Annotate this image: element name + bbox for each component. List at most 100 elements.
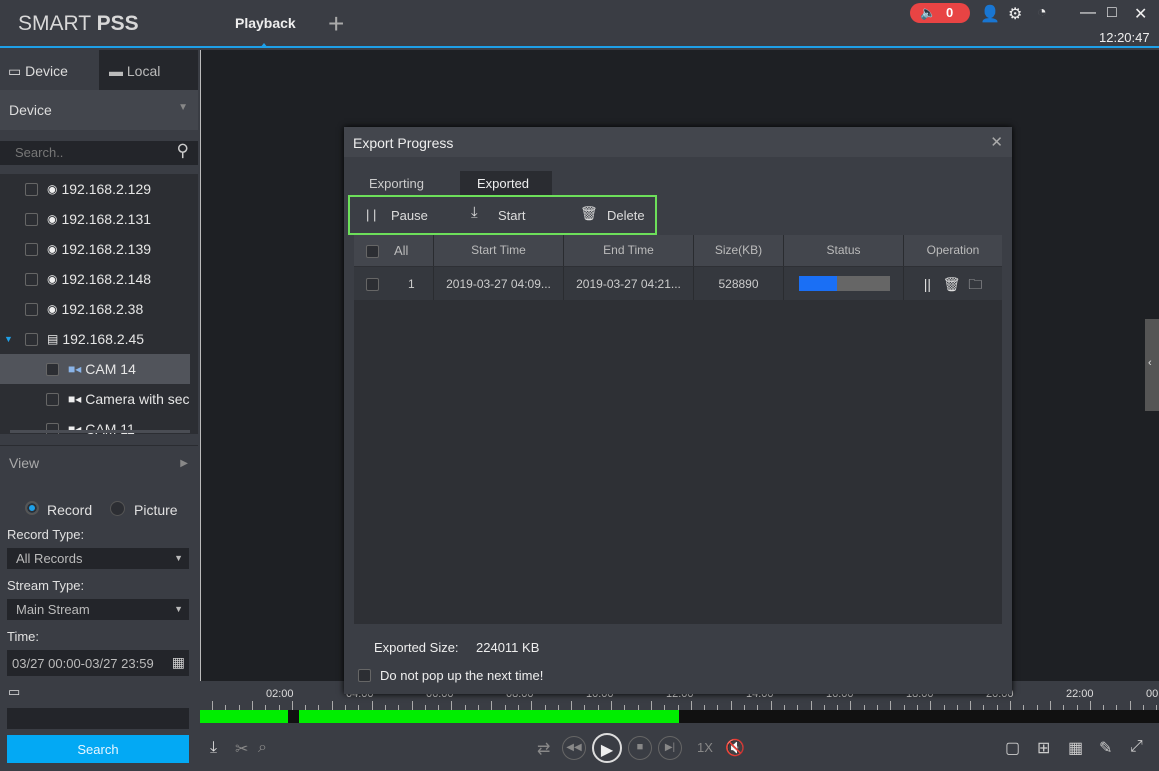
timeline-label: 00:00 (1146, 688, 1159, 700)
tree-item-label: 192.168.2.129 (61, 181, 152, 197)
tree-item[interactable]: ◉ 192.168.2.38 (0, 294, 190, 324)
layout-9-icon[interactable]: ▦ (1068, 738, 1083, 758)
tree-item[interactable]: ■◂ CAM 14 (0, 354, 190, 384)
timeline-tick (345, 705, 346, 710)
exported-size-value: 224011 KB (476, 640, 540, 655)
layout-4-icon[interactable]: ⊞ (1037, 738, 1050, 758)
device-select[interactable]: Device ▼ (0, 90, 198, 130)
alarm-count: 0 (946, 5, 954, 20)
tab-exporting[interactable]: Exporting (369, 176, 424, 191)
timeline-tick (783, 705, 785, 710)
ipc-icon: ◉ (47, 242, 58, 256)
layout-1-icon[interactable]: ▢ (1005, 738, 1020, 758)
table-row[interactable]: 1 2019-03-27 04:09... 2019-03-27 04:21..… (354, 267, 1002, 300)
column-size: Size(KB) (694, 235, 784, 266)
minimize-button[interactable]: — (1080, 4, 1096, 22)
timeline-tick (1063, 705, 1065, 710)
add-tab-button[interactable]: + (328, 8, 344, 40)
stop-button[interactable]: ■ (628, 736, 652, 760)
stream-type-select[interactable]: Main Stream ▼ (7, 599, 189, 620)
chevron-down-icon: ▼ (178, 102, 188, 113)
tree-checkbox[interactable] (25, 212, 38, 226)
gauge-icon[interactable]: ◔ (1037, 4, 1047, 22)
no-popup-checkbox[interactable] (358, 669, 371, 682)
tab-playback[interactable]: Playback (235, 15, 296, 31)
user-icon[interactable]: 👤 (980, 4, 1000, 24)
snapshot-icon[interactable]: ⌕ (258, 739, 267, 757)
delete-button[interactable]: Delete (607, 208, 645, 223)
sync-icon[interactable]: ⇄ (537, 739, 550, 759)
chevron-right-icon: ▶ (180, 458, 188, 469)
tree-item[interactable]: ◉ 192.168.2.129 (0, 174, 190, 204)
download-icon[interactable]: ⤓ (210, 739, 217, 757)
tab-local[interactable]: ▬ Local (99, 50, 198, 90)
toolbar: | | Pause ⤓ Start 🗑 Delete (348, 195, 657, 235)
sidebar-tabs: ▭ Device ▬ Local (0, 50, 198, 90)
table-header: All Start Time End Time Size(KB) Status … (354, 235, 1002, 266)
row-checkbox[interactable] (366, 278, 379, 292)
maximize-button[interactable]: □ (1107, 4, 1117, 22)
search-button[interactable]: Search (7, 735, 189, 763)
progress-bar (799, 276, 890, 291)
view-section[interactable]: View ▶ (0, 445, 198, 479)
timeline-tick (797, 705, 799, 710)
tree-checkbox[interactable] (46, 392, 59, 406)
timeline-tick (943, 705, 945, 710)
edit-layout-icon[interactable]: ✎ (1099, 738, 1112, 758)
alarm-button[interactable]: 🔈 0 (910, 3, 970, 23)
pause-icon[interactable]: || (924, 276, 931, 292)
tree-item[interactable]: ◉ 192.168.2.131 (0, 204, 190, 234)
next-frame-button[interactable]: ▶| (658, 736, 682, 760)
rewind-button[interactable]: ◀◀ (562, 736, 586, 760)
tree-item-label: 192.168.2.131 (61, 211, 152, 227)
timeline-tick (1010, 701, 1011, 710)
gear-icon[interactable]: ⚙ (1008, 4, 1022, 24)
timeline-tick (677, 705, 679, 710)
timeline-tick (704, 705, 706, 710)
tree-checkbox[interactable] (46, 362, 59, 376)
download-icon: ⤓ (471, 204, 478, 221)
tree-checkbox[interactable] (25, 272, 38, 286)
close-button[interactable]: ✕ (1134, 4, 1147, 24)
trash-icon[interactable]: 🗑 (943, 276, 961, 292)
fullscreen-icon[interactable]: ⤢ (1130, 738, 1143, 756)
timeline-tick (517, 705, 519, 710)
folder-icon[interactable]: 🗀 (968, 276, 982, 292)
speed-label[interactable]: 1X (697, 740, 713, 755)
record-radio[interactable] (25, 501, 39, 515)
mute-icon[interactable]: 🔇 (725, 738, 745, 758)
tree-item[interactable]: ◉ 192.168.2.148 (0, 264, 190, 294)
start-button[interactable]: Start (498, 208, 525, 223)
close-icon[interactable]: ✕ (990, 133, 1003, 151)
timeline-tick (371, 701, 373, 710)
record-type-select[interactable]: All Records ▼ (7, 548, 189, 569)
expand-icon[interactable]: ▼ (4, 334, 13, 344)
tree-item[interactable]: ▼ ▤ 192.168.2.45 (0, 324, 190, 354)
timeline-tick (278, 705, 280, 710)
calendar-icon[interactable]: ▦ (172, 654, 185, 671)
timeline-tick (1129, 701, 1131, 710)
tree-checkbox[interactable] (25, 332, 38, 346)
play-button[interactable]: ▶ (592, 733, 622, 763)
timeline-tick (1036, 705, 1038, 710)
tree-checkbox[interactable] (25, 182, 38, 196)
scissors-icon[interactable]: ✂ (235, 739, 248, 759)
timeline-tick (451, 701, 453, 710)
tree-scrollbar[interactable] (10, 430, 190, 433)
tab-exported[interactable]: Exported (460, 171, 552, 195)
search-input[interactable]: Search.. ⚲ (0, 141, 198, 165)
tree-checkbox[interactable] (25, 302, 38, 316)
select-all-checkbox[interactable] (366, 245, 379, 259)
tab-device[interactable]: ▭ Device (0, 50, 99, 90)
pause-button[interactable]: Pause (391, 208, 428, 223)
tree-item[interactable]: ■◂ Camera with sec (0, 384, 190, 414)
collapse-panel-button[interactable]: ‹ (1145, 319, 1159, 411)
timeline-tick (1103, 705, 1105, 710)
card-input[interactable] (7, 708, 189, 729)
timeline-tick (930, 701, 932, 710)
time-range-input[interactable]: 03/27 00:00-03/27 23:59 ▦ (7, 650, 189, 676)
timeline-tick (664, 705, 666, 710)
picture-radio[interactable] (110, 501, 125, 516)
tree-item[interactable]: ◉ 192.168.2.139 (0, 234, 190, 264)
tree-checkbox[interactable] (25, 242, 38, 256)
